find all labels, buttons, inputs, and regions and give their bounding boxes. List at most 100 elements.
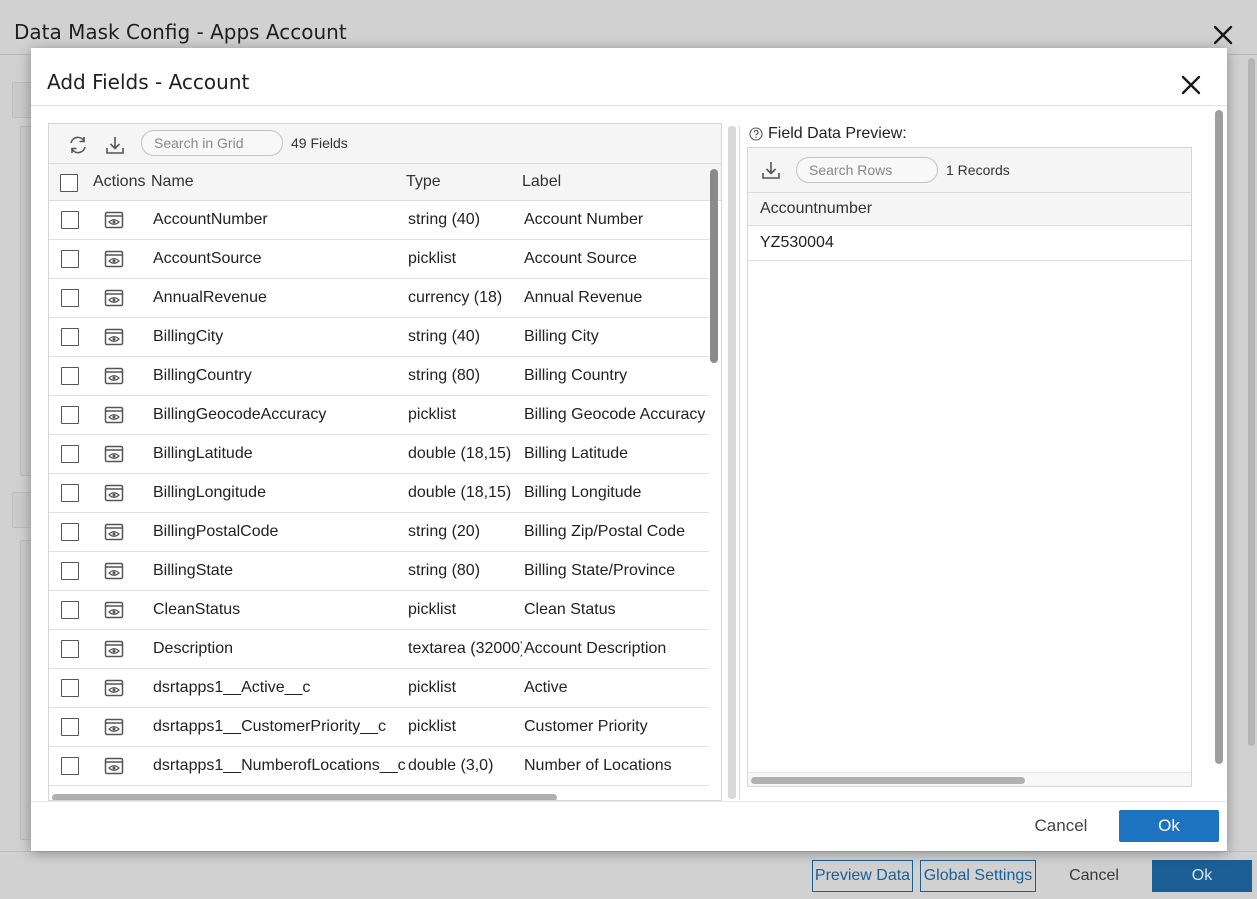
refresh-icon[interactable]	[67, 134, 89, 156]
table-row[interactable]: AccountNumber string (40) Account Number	[49, 201, 709, 240]
table-row[interactable]: BillingLatitude double (18,15) Billing Lat…	[49, 435, 709, 474]
background-close-icon[interactable]	[1212, 24, 1234, 46]
field-name: Description	[153, 640, 234, 657]
field-type: string (40)	[408, 328, 481, 345]
preview-data-button[interactable]: Preview Data	[812, 860, 913, 892]
preview-search-input[interactable]	[796, 157, 938, 183]
preview-toolbar: 1 Records	[748, 148, 1191, 193]
table-row[interactable]: BillingCountry string (80) Billing Country	[49, 357, 709, 396]
eye-icon[interactable]	[104, 718, 124, 736]
table-row[interactable]: CleanStatus picklist Clean Status	[49, 591, 709, 630]
column-header-label[interactable]: Label	[522, 173, 561, 191]
field-label: Account Number	[524, 211, 644, 228]
table-row[interactable]: dsrtapps1__NumberofLocations__c double (3…	[49, 747, 709, 786]
row-checkbox[interactable]	[61, 640, 79, 658]
download-icon[interactable]	[760, 159, 782, 181]
table-row[interactable]: BillingGeocodeAccuracy picklist Billing Ge…	[49, 396, 709, 435]
table-row[interactable]: BillingLongitude double (18,15) Billing Lo…	[49, 474, 709, 513]
field-name: BillingState	[153, 562, 234, 579]
dialog-vertical-scrollbar[interactable]	[1215, 110, 1223, 764]
field-name: BillingLongitude	[153, 484, 266, 501]
field-type: double (18,15)	[408, 484, 512, 501]
records-count: 1 Records	[946, 162, 1010, 178]
table-row[interactable]: BillingState string (80) Billing State/Pro…	[49, 552, 709, 591]
table-row[interactable]: AccountSource picklist Account Source	[49, 240, 709, 279]
grid-horizontal-scrollbar[interactable]	[52, 794, 557, 800]
table-row[interactable]: Description textarea (32000) Account Descr…	[49, 630, 709, 669]
row-checkbox[interactable]	[61, 367, 79, 385]
background-window-title: Data Mask Config - Apps Account	[14, 20, 347, 44]
eye-icon[interactable]	[104, 562, 124, 580]
field-name: BillingCountry	[153, 367, 252, 384]
field-type: string (40)	[408, 211, 481, 228]
row-checkbox[interactable]	[61, 562, 79, 580]
close-icon[interactable]	[1180, 74, 1202, 96]
field-label: Annual Revenue	[524, 289, 643, 306]
download-icon[interactable]	[104, 134, 126, 156]
field-data-preview-label: Field Data Preview:	[749, 125, 907, 143]
ok-button[interactable]: Ok	[1119, 810, 1219, 842]
table-row[interactable]: dsrtapps1__Active__c picklist Active	[49, 669, 709, 708]
row-checkbox[interactable]	[61, 523, 79, 541]
eye-icon[interactable]	[104, 250, 124, 268]
background-ok-button[interactable]: Ok	[1152, 860, 1252, 892]
eye-icon[interactable]	[104, 640, 124, 658]
eye-icon[interactable]	[104, 328, 124, 346]
table-row[interactable]: BillingPostalCode string (20) Billing Zip/…	[49, 513, 709, 552]
preview-horizontal-scrollbar[interactable]	[748, 772, 1191, 786]
row-checkbox[interactable]	[61, 601, 79, 619]
eye-icon[interactable]	[104, 757, 124, 775]
row-checkbox[interactable]	[61, 718, 79, 736]
field-type: currency (18)	[408, 289, 503, 306]
table-row[interactable]: BillingCity string (40) Billing City	[49, 318, 709, 357]
eye-icon[interactable]	[104, 601, 124, 619]
column-header-name[interactable]: Name	[151, 173, 194, 191]
eye-icon[interactable]	[104, 679, 124, 697]
field-label: Number of Locations	[524, 757, 672, 774]
row-checkbox[interactable]	[61, 679, 79, 697]
eye-icon[interactable]	[104, 289, 124, 307]
help-icon[interactable]	[749, 127, 763, 141]
column-header-type[interactable]: Type	[406, 173, 441, 191]
cancel-button[interactable]: Cancel	[1016, 810, 1106, 842]
field-name: CleanStatus	[153, 601, 241, 618]
preview-scroll-thumb[interactable]	[751, 777, 1025, 784]
row-checkbox[interactable]	[61, 484, 79, 502]
grid-search-input[interactable]	[141, 130, 283, 156]
table-row[interactable]: AnnualRevenue currency (18) Annual Revenue	[49, 279, 709, 318]
table-row[interactable]: YZ530004	[748, 226, 1191, 261]
panel-splitter[interactable]	[728, 126, 736, 799]
eye-icon[interactable]	[104, 211, 124, 229]
grid-header: Actions Name Type Label	[49, 164, 721, 201]
add-fields-dialog: Add Fields - Account 49 Fields Actions N…	[31, 48, 1227, 851]
background-cancel-button[interactable]: Cancel	[1058, 860, 1130, 892]
field-label: Billing City	[524, 328, 599, 345]
field-label: Billing State/Province	[524, 562, 676, 579]
row-checkbox[interactable]	[61, 328, 79, 346]
row-checkbox[interactable]	[61, 211, 79, 229]
eye-icon[interactable]	[104, 523, 124, 541]
field-type: picklist	[408, 250, 457, 267]
eye-icon[interactable]	[104, 367, 124, 385]
global-settings-button[interactable]: Global Settings	[920, 860, 1036, 892]
field-type: string (80)	[408, 367, 481, 384]
row-checkbox[interactable]	[61, 289, 79, 307]
eye-icon[interactable]	[104, 484, 124, 502]
column-header-accountnumber[interactable]: Accountnumber	[760, 200, 872, 218]
field-label: Customer Priority	[524, 718, 648, 735]
field-name: AnnualRevenue	[153, 289, 267, 306]
field-label: Billing Zip/Postal Code	[524, 523, 685, 540]
row-checkbox[interactable]	[61, 406, 79, 424]
field-label: Billing Latitude	[524, 445, 629, 462]
grid-vertical-scrollbar[interactable]	[710, 169, 718, 363]
eye-icon[interactable]	[104, 445, 124, 463]
row-checkbox[interactable]	[61, 250, 79, 268]
background-scrollbar[interactable]	[1248, 58, 1255, 746]
select-all-checkbox[interactable]	[60, 174, 78, 192]
eye-icon[interactable]	[104, 406, 124, 424]
field-name: dsrtapps1__CustomerPriority__c	[153, 718, 386, 735]
row-checkbox[interactable]	[61, 757, 79, 775]
row-checkbox[interactable]	[61, 445, 79, 463]
field-type: textarea (32000)	[408, 640, 522, 657]
table-row[interactable]: dsrtapps1__CustomerPriority__c picklist Cu…	[49, 708, 709, 747]
